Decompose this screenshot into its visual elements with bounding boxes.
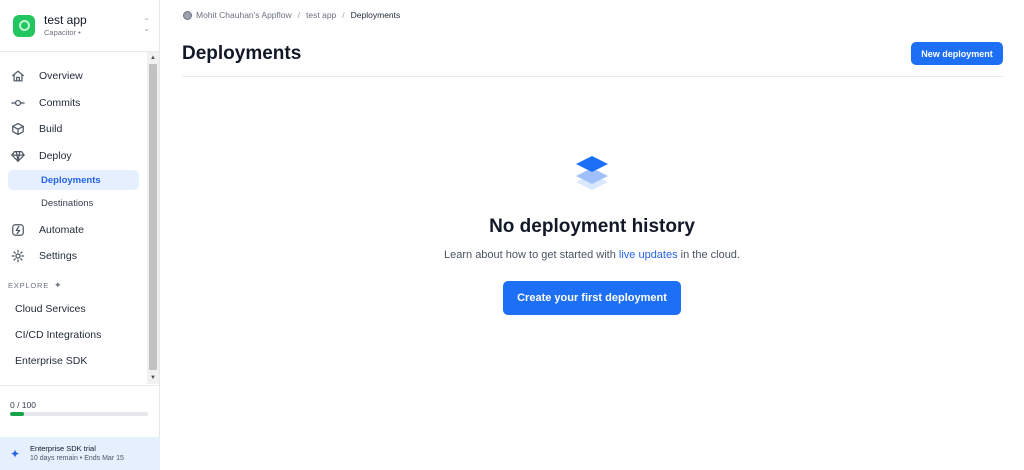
app-platform: Capacitor • [44, 28, 81, 37]
breadcrumb-org[interactable]: Mohit Chauhan's Appflow [196, 10, 292, 20]
sidebar-item-label: Commits [39, 97, 81, 109]
sidebar-item-label: Overview [39, 70, 83, 82]
usage-meter: 0 / 100 [0, 385, 159, 437]
trial-title: Enterprise SDK trial [30, 443, 96, 453]
sidebar-item-overview[interactable]: Overview [0, 64, 147, 88]
scroll-up-arrow[interactable]: ▲ [147, 53, 159, 63]
sparkle-icon: ✦ [54, 280, 63, 290]
live-updates-link[interactable]: live updates [619, 249, 678, 261]
explore-heading: EXPLORE ✦ [8, 280, 62, 291]
diamond-icon [11, 149, 25, 163]
empty-state-description: Learn about how to get started with live… [372, 249, 812, 261]
breadcrumb-separator: / [342, 10, 345, 20]
trial-subtitle: 10 days remain • Ends Mar 15 [30, 454, 124, 462]
breadcrumb: Mohit Chauhan's Appflow / test app / Dep… [183, 10, 400, 20]
empty-state-text: Learn about how to get started with [444, 249, 619, 261]
sidebar-item-commits[interactable]: Commits [0, 91, 147, 115]
sidebar-item-label: Deploy [39, 150, 72, 162]
sidebar-item-label: Automate [39, 224, 84, 236]
app-name: test app [44, 13, 87, 27]
breadcrumb-app[interactable]: test app [306, 10, 336, 20]
create-first-deployment-button[interactable]: Create your first deployment [503, 281, 681, 315]
sidebar-item-deploy[interactable]: Deploy [0, 144, 147, 168]
explore-item-cloud-services[interactable]: Cloud Services [15, 303, 86, 315]
sidebar-subitem-destinations[interactable]: Destinations [8, 193, 139, 213]
explore-heading-label: EXPLORE [8, 281, 50, 290]
cube-icon [11, 122, 25, 136]
gear-icon [11, 249, 25, 263]
sparkle-icon: ✦ [10, 446, 21, 461]
usage-count: 0 / 100 [10, 400, 36, 410]
page-title: Deployments [182, 43, 302, 64]
sidebar-item-build[interactable]: Build [0, 117, 147, 141]
sidebar-nav: Overview Commits Build Deploy Deployment… [0, 52, 147, 384]
explore-item-enterprise-sdk[interactable]: Enterprise SDK [15, 355, 87, 367]
home-icon [11, 69, 25, 83]
automate-icon [11, 223, 25, 237]
sidebar-item-settings[interactable]: Settings [0, 244, 147, 268]
sidebar-scrollbar[interactable]: ▲ ▼ [147, 52, 159, 384]
new-deployment-button[interactable]: New deployment [911, 42, 1003, 65]
sidebar-item-label: Build [39, 123, 63, 135]
sidebar-item-label: Settings [39, 250, 77, 262]
layers-icon [576, 156, 608, 190]
scroll-down-arrow[interactable]: ▼ [147, 373, 159, 383]
enterprise-trial-banner[interactable]: ✦ Enterprise SDK trial 10 days remain • … [0, 437, 160, 470]
chevron-up-down-icon[interactable]: ⌃ ⌄ [143, 18, 150, 33]
explore-item-cicd-integrations[interactable]: CI/CD Integrations [15, 329, 101, 341]
sidebar: test app Capacitor • ⌃ ⌄ Overview Commits… [0, 0, 160, 470]
empty-state-title: No deployment history [489, 216, 695, 237]
sidebar-subitem-deployments[interactable]: Deployments [8, 170, 139, 190]
sidebar-item-automate[interactable]: Automate [0, 218, 147, 242]
usage-progress-bar [10, 412, 148, 416]
usage-progress-fill [10, 412, 24, 416]
app-switcher[interactable]: test app Capacitor • ⌃ ⌄ [0, 0, 159, 52]
divider [182, 76, 1003, 77]
scroll-thumb[interactable] [149, 64, 157, 370]
breadcrumb-current: Deployments [350, 10, 401, 20]
empty-state-text: in the cloud. [677, 249, 740, 261]
app-icon [13, 14, 35, 37]
breadcrumb-separator: / [297, 10, 301, 20]
avatar [183, 10, 192, 20]
commit-icon [11, 96, 25, 110]
